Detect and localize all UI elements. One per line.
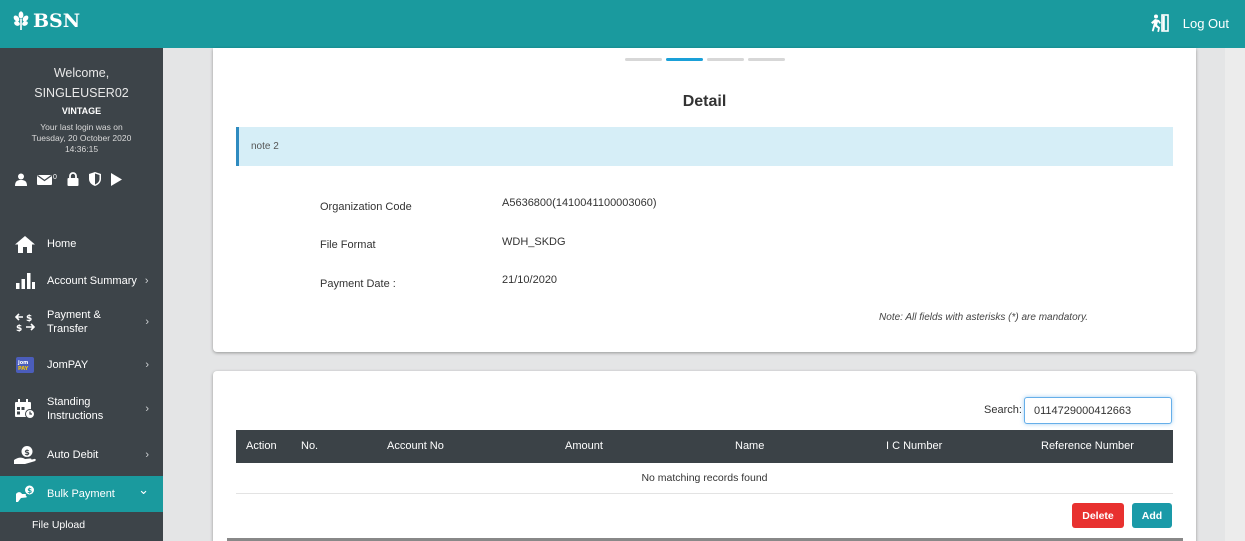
records-card: Search: Action No. Account No Amount Nam… [213, 371, 1196, 541]
sidebar-menu: Home Account Summary › $ $ Payment & Tran… [0, 226, 163, 531]
svg-text:$: $ [27, 487, 32, 495]
step-indicator [625, 58, 785, 61]
sidebar-item-label: Auto Debit [47, 448, 99, 461]
svg-text:$: $ [24, 448, 30, 457]
svg-text:$: $ [16, 324, 22, 332]
sidebar-item-account-summary[interactable]: Account Summary › [0, 262, 163, 299]
mail-badge: 0 [53, 173, 57, 181]
search-input[interactable] [1024, 397, 1172, 424]
play-icon[interactable] [110, 172, 122, 186]
file-format-label: File Format [320, 239, 376, 251]
sidebar-item-home[interactable]: Home [0, 226, 163, 262]
logout-label: Log Out [1182, 15, 1229, 31]
sidebar: Welcome, SINGLEUSER02 VINTAGE Your last … [0, 48, 163, 541]
payment-date-value: 21/10/2020 [502, 274, 558, 286]
quick-icons: 0 [0, 172, 163, 186]
search-label: Search: [984, 404, 1022, 416]
column-header-reference-number[interactable]: Reference Number [1041, 440, 1134, 452]
org-code-label: Organization Code [320, 201, 412, 213]
home-icon [14, 235, 36, 253]
welcome-text: Welcome, [53, 66, 110, 80]
label-line1: Standing [47, 396, 91, 408]
sidebar-item-jompay[interactable]: jom PAY JomPAY › [0, 344, 163, 385]
chevron-right-icon: › [145, 448, 149, 461]
sidebar-item-label: JomPAY [47, 358, 89, 371]
jompay-icon: jom PAY [14, 356, 36, 373]
label-line1: Payment & [47, 308, 101, 321]
column-header-action[interactable]: Action [246, 440, 277, 452]
last-login-time: 14:36:15 [64, 144, 99, 154]
mandatory-note: Note: All fields with asterisks (*) are … [879, 312, 1088, 323]
chevron-down-icon: ⌄ [138, 481, 149, 497]
submenu-item-file-upload[interactable]: File Upload [0, 512, 163, 531]
payment-date-label: Payment Date : [320, 278, 396, 290]
sidebar-item-auto-debit[interactable]: $ Auto Debit › [0, 433, 163, 476]
step-1 [625, 58, 662, 61]
customer-tier: VINTAGE [61, 106, 102, 116]
file-format-value: WDH_SKDG [502, 236, 566, 248]
username: SINGLEUSER02 [34, 86, 129, 100]
column-header-name[interactable]: Name [735, 440, 764, 452]
chevron-right-icon: › [145, 315, 149, 328]
empty-table-message: No matching records found [236, 463, 1173, 494]
detail-card: Detail note 2 Organization Code A5636800… [213, 48, 1196, 352]
sidebar-item-standing-instructions[interactable]: Standing Instructions › [0, 385, 163, 433]
sidebar-item-label: Home [47, 238, 77, 250]
sidebar-item-label: Bulk Payment [47, 488, 115, 500]
add-button[interactable]: Add [1132, 503, 1172, 528]
bulk-payment-icon: $ [14, 485, 36, 503]
chevron-right-icon: › [145, 403, 149, 415]
sidebar-item-payment-transfer[interactable]: $ $ Payment & Transfer › [0, 299, 163, 344]
sidebar-item-label: Standing Instructions [47, 395, 103, 423]
shield-icon[interactable] [88, 172, 101, 186]
sidebar-item-label: Payment & Transfer [47, 308, 101, 336]
top-bar: BSN Log Out [0, 0, 1245, 48]
svg-text:PAY: PAY [18, 366, 29, 372]
delete-button[interactable]: Delete [1072, 503, 1124, 528]
calendar-icon [14, 399, 36, 419]
chevron-right-icon: › [145, 358, 149, 371]
auto-debit-icon: $ [14, 445, 36, 464]
note-alert: note 2 [236, 127, 1173, 166]
running-exit-icon [1150, 14, 1169, 32]
bar-chart-icon [14, 272, 36, 289]
column-header-amount[interactable]: Amount [565, 440, 603, 452]
sidebar-item-label: Account Summary [47, 274, 137, 287]
table-header: Action No. Account No Amount Name I C Nu… [236, 430, 1173, 463]
lock-icon[interactable] [67, 172, 79, 186]
step-2-active [666, 58, 703, 61]
mail-icon[interactable]: 0 [37, 174, 57, 185]
step-4 [748, 58, 785, 61]
label-line2: Transfer [47, 322, 88, 335]
brand-name: BSN [33, 10, 81, 32]
svg-text:$: $ [26, 314, 32, 324]
column-header-ic-number[interactable]: I C Number [886, 440, 942, 452]
page-title: Detail [682, 93, 727, 110]
chevron-right-icon: › [144, 274, 149, 287]
last-login-line2: Tuesday, 20 October 2020 [31, 133, 132, 143]
user-icon[interactable] [15, 173, 27, 186]
page-scrollbar[interactable] [1225, 48, 1245, 541]
column-header-no[interactable]: No. [301, 440, 318, 452]
bsn-logo[interactable]: BSN [12, 10, 80, 32]
label-line2: Instructions [47, 410, 104, 422]
column-header-account-no[interactable]: Account No [387, 440, 444, 452]
sidebar-item-bulk-payment[interactable]: $ Bulk Payment ⌄ [0, 476, 163, 512]
step-3 [707, 58, 744, 61]
logout-button[interactable]: Log Out [1149, 14, 1229, 32]
flower-logo-icon [13, 11, 29, 30]
transfer-icon: $ $ [14, 312, 36, 332]
welcome-panel: Welcome, SINGLEUSER02 VINTAGE Your last … [0, 48, 163, 155]
last-login-line1: Your last login was on [40, 122, 123, 132]
org-code-value: A5636800(1410041100003060) [502, 197, 657, 209]
